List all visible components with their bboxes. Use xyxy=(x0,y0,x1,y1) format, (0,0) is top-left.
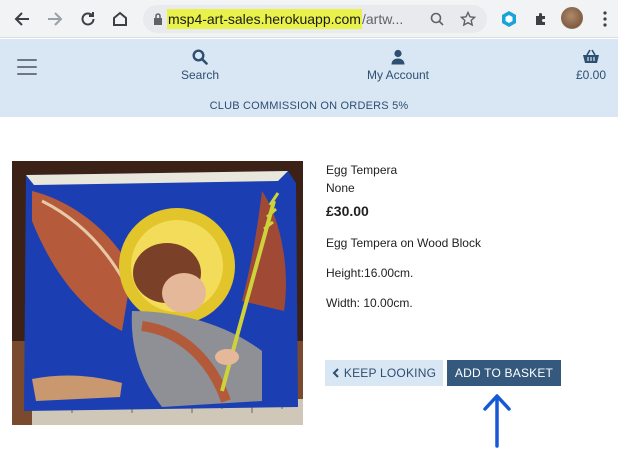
back-arrow-icon[interactable] xyxy=(10,7,34,31)
url-path: /artw... xyxy=(361,11,404,27)
hamburger-menu-icon[interactable] xyxy=(17,59,37,80)
bookmark-star-icon[interactable] xyxy=(458,9,478,29)
product-price: £30.00 xyxy=(326,203,369,219)
user-icon xyxy=(391,49,405,65)
keep-looking-label: KEEP LOOKING xyxy=(343,366,437,380)
my-account-link[interactable]: My Account xyxy=(360,49,436,82)
extension-hex-icon[interactable] xyxy=(498,8,520,30)
product-width: Width: 10.00cm. xyxy=(326,296,413,310)
search-label: Search xyxy=(180,68,220,82)
address-bar[interactable]: msp4-art-sales.herokuapp.com/artw... xyxy=(143,5,487,33)
zoom-icon[interactable] xyxy=(427,9,447,29)
commission-banner: CLUB COMMISSION ON ORDERS 5% xyxy=(209,100,409,112)
url-host: msp4-art-sales.herokuapp.com xyxy=(167,9,362,29)
reload-icon[interactable] xyxy=(76,7,100,31)
url-text: msp4-art-sales.herokuapp.com/artw... xyxy=(167,9,404,29)
home-icon[interactable] xyxy=(108,7,132,31)
profile-avatar[interactable] xyxy=(561,7,583,29)
account-label: My Account xyxy=(366,68,430,82)
chevron-left-icon xyxy=(332,368,339,378)
product-height: Height:16.00cm. xyxy=(326,266,414,280)
product-title: Egg Tempera xyxy=(326,163,398,177)
add-to-basket-button[interactable]: ADD TO BASKET xyxy=(447,360,561,386)
shopping-basket-icon xyxy=(583,49,599,63)
site-header: Search My Account £0.00 CLUB COMMISSION … xyxy=(0,39,618,117)
add-to-basket-label: ADD TO BASKET xyxy=(454,366,554,380)
lock-icon xyxy=(153,12,163,30)
browser-toolbar: msp4-art-sales.herokuapp.com/artw... xyxy=(0,0,618,38)
extensions-puzzle-icon[interactable] xyxy=(530,8,552,30)
search-link[interactable]: Search xyxy=(172,49,228,82)
menu-kebab-icon[interactable] xyxy=(594,8,616,30)
basket-total: £0.00 xyxy=(575,68,607,82)
search-icon xyxy=(192,49,208,65)
annotation-arrow-icon xyxy=(482,392,512,453)
product-image[interactable] xyxy=(12,161,303,425)
product-description: Egg Tempera on Wood Block xyxy=(326,236,481,250)
keep-looking-button[interactable]: KEEP LOOKING xyxy=(325,360,443,386)
basket-link[interactable]: £0.00 xyxy=(572,49,610,82)
product-artist: None xyxy=(326,181,355,195)
forward-arrow-icon[interactable] xyxy=(43,7,67,31)
